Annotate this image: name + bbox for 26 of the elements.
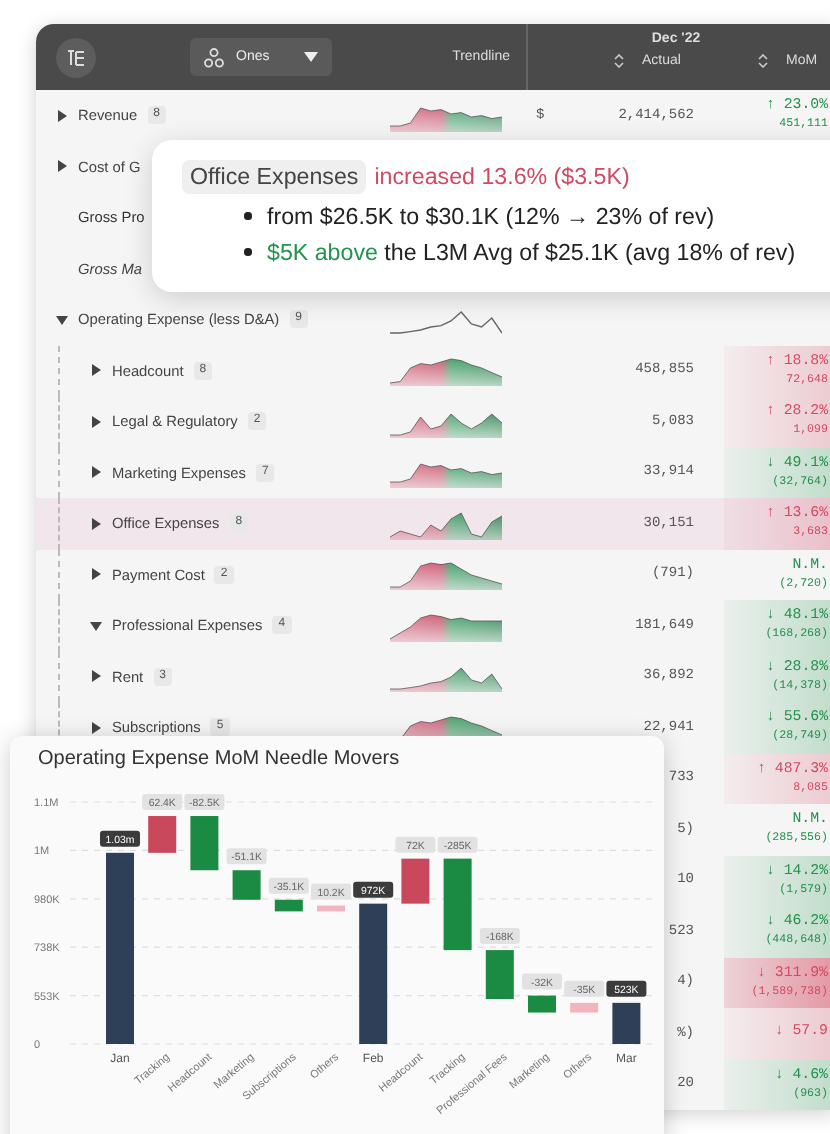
bullet-icon	[244, 212, 251, 220]
sparkline-drawing	[390, 556, 502, 593]
caret-icon	[304, 52, 318, 62]
expand-icon[interactable]	[90, 568, 102, 581]
subject-chip: Office Expenses	[182, 160, 367, 194]
tree-view-button[interactable]	[56, 37, 96, 77]
expand-icon[interactable]	[56, 160, 68, 173]
expand-icon[interactable]	[90, 415, 102, 428]
sparkline-drawing	[390, 352, 502, 389]
sort-icon	[614, 54, 624, 68]
chart-title: Operating Expense MoM Needle Movers	[36, 746, 402, 774]
expand-icon[interactable]	[90, 721, 102, 734]
tree-icon	[66, 47, 86, 67]
sort-icon	[758, 54, 768, 68]
bullet-icon	[244, 248, 251, 256]
hierarchy-icon	[204, 47, 224, 67]
expand-icon[interactable]	[56, 109, 68, 122]
insight-text: from $26.5K to $30.1K (12% → 23% of rev)	[267, 203, 715, 229]
collapse-icon[interactable]	[90, 619, 102, 632]
expand-icon[interactable]	[90, 466, 102, 479]
collapse-icon[interactable]	[56, 313, 68, 326]
change-summary: increased 13.6% ($3.5K)	[374, 164, 630, 190]
expand-icon[interactable]	[90, 364, 102, 377]
expand-icon[interactable]	[90, 517, 102, 530]
insight-text: $5K above the L3M Avg of $25.1K (avg 18% of rev)	[267, 239, 796, 265]
expand-icon[interactable]	[90, 670, 102, 683]
